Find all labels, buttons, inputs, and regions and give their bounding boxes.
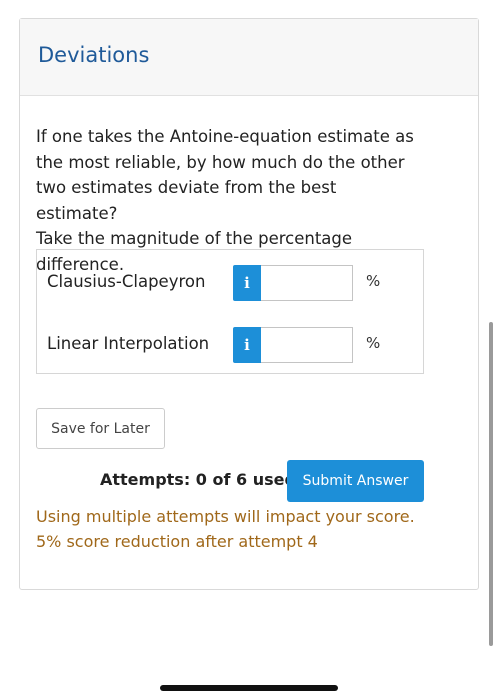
answer-box: Clausius-Clapeyron i % Linear Interpolat… [36,249,424,374]
card-header: Deviations [20,19,478,96]
save-for-later-button[interactable]: Save for Later [36,408,165,449]
card-title: Deviations [38,43,150,67]
answer-label: Linear Interpolation [47,334,210,353]
warning-line: 5% score reduction after attempt 4 [36,532,318,551]
home-indicator[interactable] [160,685,338,691]
warning-line: Using multiple attempts will impact your… [36,507,415,526]
percent-unit: % [366,272,381,290]
question-line: Take the magnitude of the percentage [36,229,353,248]
answer-row-linear: Linear Interpolation i % [37,325,423,365]
info-icon[interactable]: i [233,327,261,363]
question-line: If one takes the Antoine-equation estima… [36,127,414,146]
answer-row-clausius: Clausius-Clapeyron i % [37,263,423,303]
scrollbar[interactable] [489,322,493,646]
question-line: two estimates deviate from the best esti… [36,178,337,223]
answer-label: Clausius-Clapeyron [47,272,206,291]
submit-answer-button[interactable]: Submit Answer [287,460,424,502]
attempts-counter: Attempts: 0 of 6 used [100,470,296,489]
info-icon[interactable]: i [233,265,261,301]
attempts-warning: Using multiple attempts will impact your… [36,504,436,554]
linear-interpolation-input[interactable] [261,327,353,363]
question-line: the most reliable, by how much do the ot… [36,152,405,172]
clausius-clapeyron-input[interactable] [261,265,353,301]
percent-unit: % [366,334,381,352]
